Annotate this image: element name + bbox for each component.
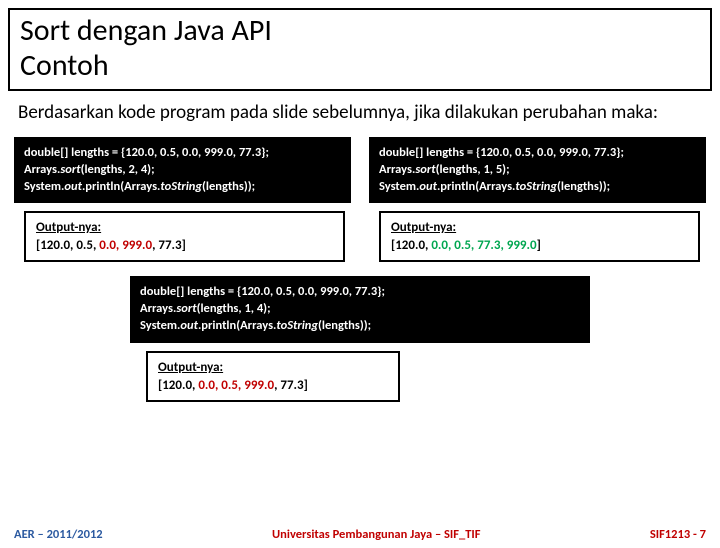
- code-left: double[] lengths = {120.0, 0.5, 0.0, 999…: [14, 137, 351, 204]
- code-right: double[] lengths = {120.0, 0.5, 0.0, 999…: [369, 137, 706, 204]
- example-left: double[] lengths = {120.0, 0.5, 0.0, 999…: [14, 137, 351, 263]
- output-left: Output-nya: [120.0, 0.5, 0.0, 999.0, 77.…: [24, 211, 345, 262]
- code-bottom: double[] lengths = {120.0, 0.5, 0.0, 999…: [130, 276, 590, 343]
- slide-title-block: Sort dengan Java API Contoh: [8, 8, 712, 91]
- output-bottom: Output-nya: [120.0, 0.0, 0.5, 999.0, 77.…: [146, 351, 400, 402]
- example-bottom: double[] lengths = {120.0, 0.5, 0.0, 999…: [0, 276, 720, 402]
- examples-row: double[] lengths = {120.0, 0.5, 0.0, 999…: [0, 137, 720, 263]
- output-right: Output-nya: [120.0, 0.0, 0.5, 77.3, 999.…: [379, 211, 700, 262]
- title-line-2: Contoh: [20, 47, 109, 84]
- output-label: Output-nya:: [36, 220, 101, 235]
- slide-title: Sort dengan Java API Contoh: [20, 14, 700, 83]
- intro-text: Berdasarkan kode program pada slide sebe…: [18, 101, 702, 125]
- output-label: Output-nya:: [391, 220, 456, 235]
- example-right: double[] lengths = {120.0, 0.5, 0.0, 999…: [369, 137, 706, 263]
- output-label: Output-nya:: [158, 360, 223, 375]
- title-line-1: Sort dengan Java API: [20, 12, 272, 49]
